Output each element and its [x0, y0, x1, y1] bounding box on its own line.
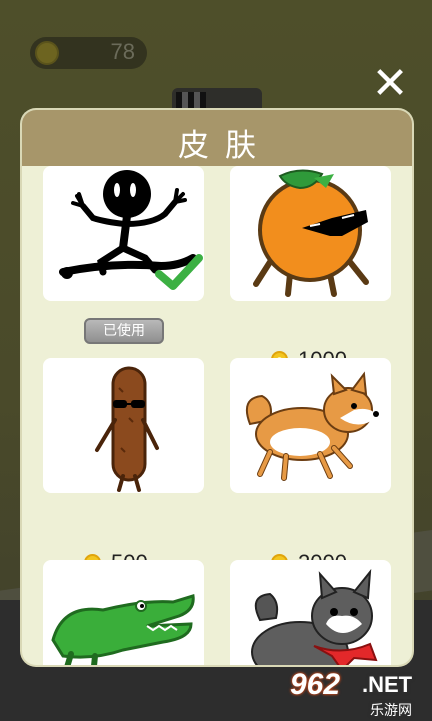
skins-panel: 皮肤 已使用 [22, 110, 412, 665]
coin-icon [35, 41, 59, 65]
skins-grid: 已使用 1000 购买 [22, 166, 412, 665]
panel-title: 皮肤 [178, 128, 272, 164]
crocodile-skin-image [51, 594, 195, 665]
husky-skin-image [251, 568, 378, 665]
skin-card-orange[interactable] [230, 166, 391, 301]
skin-card-husky[interactable] [230, 560, 391, 665]
coin-count: 78 [110, 39, 135, 64]
skin-card-stickman[interactable] [43, 166, 204, 301]
coin-counter: 78 [30, 37, 147, 69]
watermark-brand: 962 [290, 668, 341, 701]
skin-card-shiba[interactable] [230, 358, 391, 493]
watermark-logo: 962 .NET 乐游网 [290, 668, 430, 720]
shiba-skin-image [246, 371, 379, 481]
skin-card-crocodile[interactable] [43, 560, 204, 665]
check-icon [155, 254, 203, 290]
sausage-skin-image [95, 366, 159, 492]
orange-skin-image [253, 169, 369, 297]
watermark-sub: 乐游网 [370, 703, 412, 719]
skin-used-button: 已使用 [84, 318, 164, 344]
close-icon[interactable]: ✕ [368, 62, 412, 106]
skin-card-sausage[interactable] [43, 358, 204, 493]
panel-header: 皮肤 [22, 110, 412, 166]
watermark-domain: .NET [362, 672, 413, 697]
